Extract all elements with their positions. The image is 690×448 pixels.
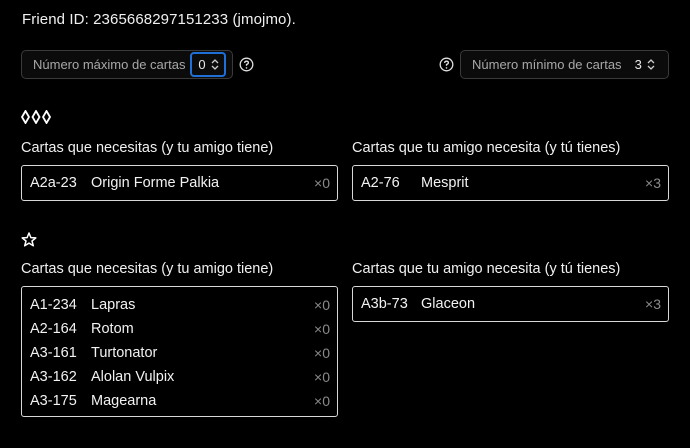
min-cards-filter[interactable]: Número mínimo de cartas 3 (460, 50, 669, 79)
list-item[interactable]: A1-234 Lapras ×0 (22, 293, 337, 317)
offered-cards-title: Cartas que tu amigo necesita (y tú tiene… (352, 140, 621, 156)
friend-id-text: Friend ID: 2365668297151233 (jmojmo). (22, 11, 296, 28)
card-name: Rotom (91, 321, 134, 337)
card-code: A3b-73 (361, 296, 408, 312)
max-cards-stepper[interactable]: 0 (190, 52, 227, 77)
list-item[interactable]: A2a-23 Origin Forme Palkia ×0 (22, 171, 337, 195)
offered-cards-list: A2-76 Mesprit ×3 (352, 165, 669, 201)
needed-cards-title: Cartas que necesitas (y tu amigo tiene) (21, 261, 274, 277)
card-code: A3-161 (30, 345, 77, 361)
max-cards-value: 0 (198, 57, 206, 72)
card-code: A3-175 (30, 393, 77, 409)
chevron-up-down-icon (211, 59, 219, 70)
card-name: Glaceon (421, 296, 476, 312)
needed-cards-list: A1-234 Lapras ×0 A2-164 Rotom ×0 A3-161 … (21, 286, 338, 417)
offered-cards-title: Cartas que tu amigo necesita (y tú tiene… (352, 261, 621, 277)
card-code: A3-162 (30, 369, 77, 385)
card-code: A2-164 (30, 321, 77, 337)
chevron-up-down-icon (647, 59, 655, 70)
needed-cards-list: A2a-23 Origin Forme Palkia ×0 (21, 165, 338, 201)
list-item[interactable]: A3b-73 Glaceon ×3 (353, 292, 668, 316)
list-item[interactable]: A3-162 Alolan Vulpix ×0 (22, 365, 337, 389)
list-item[interactable]: A2-164 Rotom ×0 (22, 317, 337, 341)
card-name: Turtonator (91, 345, 158, 361)
card-name: Alolan Vulpix (91, 369, 175, 385)
card-name: Magearna (91, 393, 157, 409)
card-name: Lapras (91, 297, 136, 313)
list-item[interactable]: A3-175 Magearna ×0 (22, 389, 337, 413)
card-name: Mesprit (421, 175, 469, 191)
card-code: A2a-23 (30, 175, 77, 191)
three-diamonds-icon (20, 109, 52, 129)
max-cards-label: Número máximo de cartas (33, 57, 186, 72)
card-quantity: ×0 (314, 369, 330, 385)
star-icon (21, 232, 37, 252)
offered-cards-list: A3b-73 Glaceon ×3 (352, 286, 669, 322)
card-code: A2-76 (361, 175, 400, 191)
list-item[interactable]: A3-161 Turtonator ×0 (22, 341, 337, 365)
max-cards-filter[interactable]: Número máximo de cartas 0 (21, 50, 233, 79)
min-cards-help-icon[interactable] (439, 57, 454, 72)
card-quantity: ×0 (314, 345, 330, 361)
max-cards-help-icon[interactable] (239, 57, 254, 72)
min-cards-label: Número mínimo de cartas (472, 57, 622, 72)
card-quantity: ×0 (314, 297, 330, 313)
card-code: A1-234 (30, 297, 77, 313)
card-quantity: ×0 (314, 321, 330, 337)
min-cards-stepper[interactable]: 3 (635, 57, 655, 72)
needed-cards-title: Cartas que necesitas (y tu amigo tiene) (21, 140, 274, 156)
card-quantity: ×3 (645, 296, 661, 312)
card-quantity: ×0 (314, 175, 330, 191)
min-cards-value: 3 (634, 57, 642, 72)
card-name: Origin Forme Palkia (91, 175, 220, 191)
card-quantity: ×0 (314, 393, 330, 409)
card-quantity: ×3 (645, 175, 661, 191)
list-item[interactable]: A2-76 Mesprit ×3 (353, 171, 668, 195)
